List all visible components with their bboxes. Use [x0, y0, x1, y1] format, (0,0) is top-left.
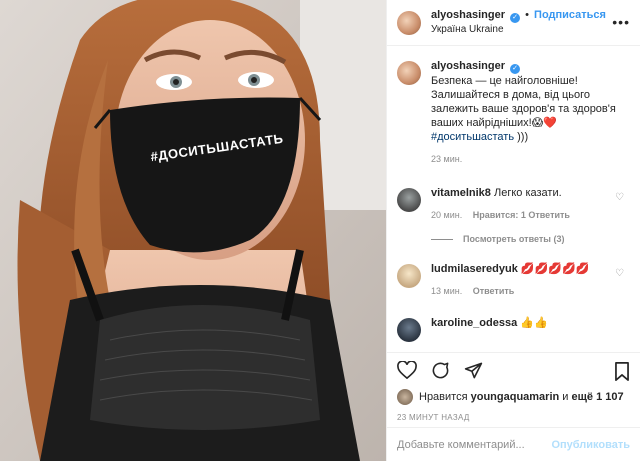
comment-likes[interactable]: Нравится: 1 [473, 210, 526, 220]
share-icon[interactable] [464, 361, 483, 380]
reply-button[interactable]: Ответить [528, 210, 570, 220]
comment-input[interactable] [397, 438, 552, 451]
replies-divider [431, 238, 453, 240]
comment-text: Легко казати. [493, 187, 562, 199]
action-bar [387, 353, 640, 387]
post-photo[interactable]: #ДОСИТЬШАСТАТЬ [0, 0, 386, 461]
caption-meta: 23 мин. [431, 152, 626, 166]
comment-time[interactable]: 13 мин. [431, 286, 462, 296]
comment-text: 👍👍 [520, 317, 548, 329]
post-sidebar: alyoshasinger ✓ • Подписаться Україна Uk… [386, 0, 640, 461]
caption-body: Безпека — це найголовніше! Залишайтеся в… [431, 75, 616, 129]
comment-username[interactable]: karoline_odessa [431, 317, 517, 329]
likes-summary: Нравится youngaquamarin и ещё 1 107 [387, 387, 640, 407]
avatar[interactable] [397, 318, 421, 342]
liker-username[interactable]: youngaquamarin [471, 391, 560, 403]
hashtag-link[interactable]: #доситьшастать [431, 131, 514, 143]
publish-button[interactable]: Опубликовать [551, 439, 630, 451]
verified-badge-icon: ✓ [510, 13, 521, 23]
avatar[interactable] [397, 10, 421, 35]
reply-button[interactable]: Ответить [473, 286, 515, 296]
username-link[interactable]: alyoshasinger [431, 9, 505, 21]
like-heart-icon[interactable] [397, 361, 417, 379]
caption-username[interactable]: alyoshasinger [431, 60, 505, 72]
comment-text: 💋💋💋💋💋 [520, 263, 590, 275]
avatar[interactable] [397, 264, 421, 288]
follow-button[interactable]: Подписаться [534, 9, 606, 21]
comment-meta: 20 мин. Нравится: 1 Ответить [431, 208, 626, 222]
likes-count[interactable]: ещё 1 107 [572, 391, 624, 403]
like-comment-heart-icon[interactable]: ♡ [615, 192, 624, 203]
comment-icon[interactable] [431, 361, 450, 380]
avatar[interactable] [397, 61, 421, 85]
caption-time[interactable]: 23 мин. [431, 154, 462, 164]
more-options-icon[interactable]: ••• [612, 14, 630, 30]
comment-item: ludmilaseredyuk 💋💋💋💋💋 13 мин. Ответить ♡ [397, 262, 630, 298]
separator-dot: • [525, 9, 529, 21]
bookmark-icon[interactable] [614, 362, 630, 384]
caption: alyoshasinger ✓ Безпека — це найголовніш… [397, 59, 630, 166]
comment-username[interactable]: vitamelnik8 [431, 187, 491, 199]
location-link[interactable]: Україна Ukraine [431, 23, 606, 37]
instagram-post: #ДОСИТЬШАСТАТЬ alyoshasinger ✓ • Подписа… [0, 0, 640, 461]
comment-item: karoline_odessa 👍👍 [397, 316, 630, 342]
avatar[interactable] [397, 188, 421, 212]
view-replies-label: Посмотреть ответы (3) [463, 234, 565, 244]
add-comment-bar: Опубликовать [387, 427, 640, 461]
likes-prefix: Нравится [419, 391, 468, 403]
caption-emoji: 😱❤️ [531, 117, 557, 129]
caption-suffix: ))) [514, 131, 529, 143]
likes-middle: и [562, 391, 569, 403]
post-timestamp[interactable]: 23 МИНУТ НАЗАД [387, 407, 640, 429]
selfie-illustration [0, 0, 386, 461]
view-replies-button[interactable]: Посмотреть ответы (3) [431, 234, 630, 244]
post-footer: Нравится youngaquamarin и ещё 1 107 23 М… [387, 352, 640, 461]
comment-meta: 13 мин. Ответить [431, 284, 626, 298]
comment-username[interactable]: ludmilaseredyuk [431, 263, 518, 275]
comment-item: vitamelnik8 Легко казати. 20 мин. Нравит… [397, 186, 630, 222]
post-header: alyoshasinger ✓ • Подписаться Україна Uk… [387, 0, 640, 46]
like-comment-heart-icon[interactable]: ♡ [615, 268, 624, 279]
liker-avatar[interactable] [397, 389, 413, 405]
verified-badge-icon: ✓ [510, 64, 521, 74]
comments-list[interactable]: alyoshasinger ✓ Безпека — це найголовніш… [387, 47, 640, 352]
header-info: alyoshasinger ✓ • Подписаться Україна Uk… [431, 8, 606, 37]
comment-time[interactable]: 20 мин. [431, 210, 462, 220]
caption-text: Безпека — це найголовніше! Залишайтеся в… [431, 74, 626, 144]
